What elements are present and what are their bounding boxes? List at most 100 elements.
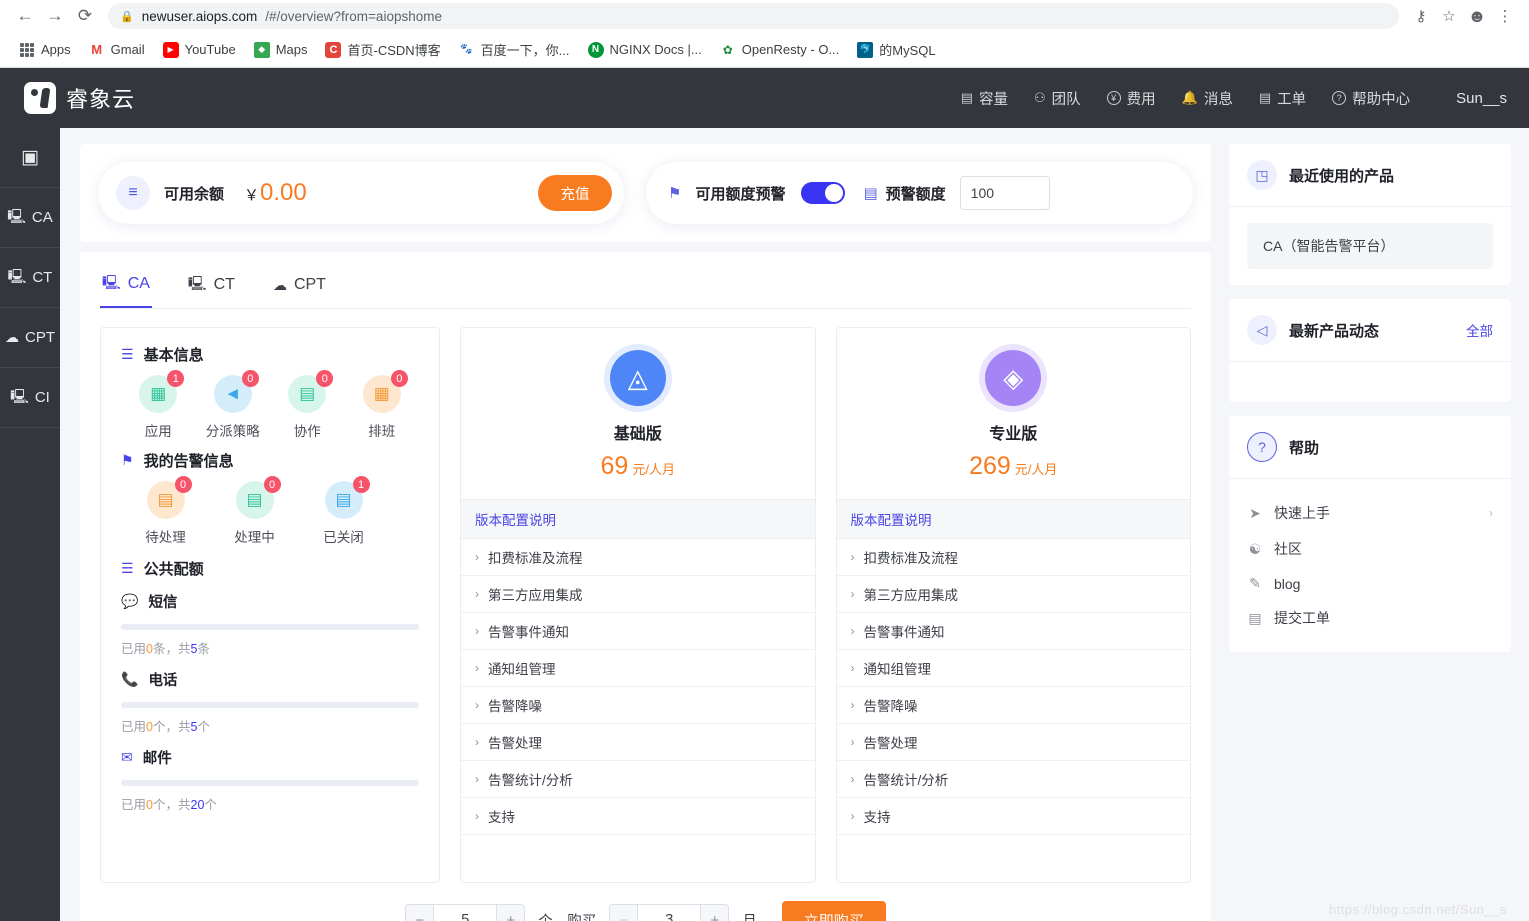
brand[interactable]: 睿象云 <box>24 82 135 114</box>
bookmark-apps[interactable]: Apps <box>10 38 80 62</box>
star-icon[interactable]: ☆ <box>1435 2 1463 30</box>
help-item-quickstart[interactable]: ➤ 快速上手 › <box>1247 495 1493 531</box>
stat-processing[interactable]: ▤ 0 处理中 <box>210 476 299 546</box>
nav-label: 容量 <box>978 91 1008 108</box>
plan-feature-row[interactable]: › 告警降噪 <box>836 687 1190 724</box>
stat-dispatch-policy[interactable]: ◄ 0 分派策略 <box>196 370 271 440</box>
chevron-right-icon: › <box>1489 506 1493 520</box>
stat-label: 处理中 <box>234 530 275 545</box>
bookmark-csdn[interactable]: C 首页-CSDN博客 <box>316 36 449 63</box>
quantity-stepper[interactable]: − 5 + <box>405 904 526 921</box>
plan-feature-row[interactable]: › 告警事件通知 <box>461 613 815 650</box>
help-item-submit-ticket[interactable]: ▤ 提交工单 <box>1247 600 1493 636</box>
address-bar[interactable]: 🔒 newuser.aiops.com /#/overview?from=aiop… <box>108 3 1399 29</box>
bookmark-openresty[interactable]: ✿ OpenResty - O... <box>711 38 849 62</box>
forward-icon[interactable]: → <box>40 1 70 31</box>
quota-name: 电话 <box>148 673 178 689</box>
nav-item-help-center[interactable]: ? 帮助中心 <box>1332 88 1410 109</box>
chevron-right-icon: › <box>850 661 855 675</box>
plan-feature-row[interactable]: › 告警处理 <box>461 724 815 761</box>
help-item-community[interactable]: ☯ 社区 <box>1247 531 1493 567</box>
key-icon[interactable]: ⚷ <box>1407 2 1435 30</box>
tab-ct[interactable]: 🖳 CT <box>186 266 237 308</box>
sidebar-item-cpt[interactable]: ☁ CPT <box>0 308 60 368</box>
sidebar-item-dashboard[interactable]: ▣ <box>0 128 60 188</box>
quota-sms: 💬 短信 已用0条，共5条 <box>121 591 419 657</box>
plan-feature-row[interactable]: › 通知组管理 <box>836 650 1190 687</box>
plan-feature-row[interactable]: › 扣费标准及流程 <box>836 539 1190 576</box>
nav-item-team[interactable]: ⚇ 团队 <box>1034 88 1081 109</box>
body-wrap: ▣ 🖳 CA 🖳 CT ☁ CPT 🖳 CI ≡ 可用余额 ￥ 0.00 充值 … <box>0 128 1529 921</box>
bookmark-youtube[interactable]: ▶ YouTube <box>154 38 245 62</box>
quota-usage-text: 已用0个，共5个 <box>121 716 419 735</box>
sidebar-item-ct[interactable]: 🖳 CT <box>0 248 60 308</box>
nav-item-capacity[interactable]: ▤ 容量 <box>961 88 1008 109</box>
stat-pending[interactable]: ▤ 0 待处理 <box>121 476 210 546</box>
browser-menu-icon[interactable]: ⋮ <box>1491 2 1519 30</box>
stat-collaboration[interactable]: ▤ 0 协作 <box>270 370 345 440</box>
reload-icon[interactable]: ⟳ <box>70 1 100 31</box>
user-menu[interactable]: Sun__s <box>1456 90 1507 107</box>
plan-feature-row[interactable]: › 告警统计/分析 <box>461 761 815 798</box>
product-news-panel: ◁ 最新产品动态 全部 <box>1229 299 1511 402</box>
plan-feature-row[interactable]: › 第三方应用集成 <box>836 576 1190 613</box>
quota-name: 邮件 <box>142 751 172 767</box>
bookmark-gmail[interactable]: M Gmail <box>80 38 154 62</box>
usage-unit: 个 <box>152 798 166 812</box>
tab-cpt[interactable]: ☁ CPT <box>271 266 328 308</box>
balance-card: ≡ 可用余额 ￥ 0.00 充值 <box>98 162 624 224</box>
bookmark-nginx[interactable]: N NGINX Docs |... <box>579 38 711 62</box>
plan-feature-row[interactable]: › 支持 <box>461 798 815 835</box>
plan-name: 基础版 <box>613 426 662 443</box>
tab-ca[interactable]: 🖳 CA <box>100 266 152 308</box>
months-stepper[interactable]: − 3 + <box>609 904 730 921</box>
quantity-decrement-button[interactable]: − <box>406 905 435 921</box>
stat-closed[interactable]: ▤ 1 已关闭 <box>299 476 388 546</box>
panel-title: 最新产品动态 <box>1289 322 1380 340</box>
plan-header: ◬ 基础版 69 元/人月 <box>461 328 815 500</box>
help-item-blog[interactable]: ✎ blog <box>1247 567 1493 600</box>
warn-amount-input[interactable] <box>959 176 1050 210</box>
plan-feature-row[interactable]: › 告警降噪 <box>461 687 815 724</box>
feature-label: 告警处理 <box>488 736 542 751</box>
plan-feature-row[interactable]: › 告警处理 <box>836 724 1190 761</box>
plan-feature-row[interactable]: › 支持 <box>836 798 1190 835</box>
stat-schedule[interactable]: ▦ 0 排班 <box>345 370 420 440</box>
months-increment-button[interactable]: + <box>700 905 729 921</box>
quantity-increment-button[interactable]: + <box>496 905 525 921</box>
bookmark-label: 的MySQL <box>879 43 936 58</box>
bookmark-maps[interactable]: ◆ Maps <box>245 38 317 62</box>
usage-prefix: 已用 <box>121 642 147 656</box>
nav-item-tickets[interactable]: ▤ 工单 <box>1259 88 1306 109</box>
bookmark-mysql[interactable]: 🐬 的MySQL <box>848 36 944 63</box>
recent-product-item[interactable]: CA（智能告警平台） <box>1247 223 1493 269</box>
plan-config-title[interactable]: 版本配置说明 <box>836 500 1190 539</box>
stat-applications[interactable]: ▦ 1 应用 <box>121 370 196 440</box>
alert-quota-toggle[interactable] <box>801 182 846 204</box>
stat-label: 待处理 <box>145 530 186 545</box>
recharge-button[interactable]: 充值 <box>538 175 612 211</box>
sidebar-item-ci[interactable]: 🖳 CI <box>0 368 60 428</box>
months-value[interactable]: 3 <box>638 905 701 921</box>
plan-feature-row[interactable]: › 通知组管理 <box>461 650 815 687</box>
plan-config-title[interactable]: 版本配置说明 <box>461 500 815 539</box>
quantity-value[interactable]: 5 <box>434 905 497 921</box>
months-decrement-button[interactable]: − <box>610 905 639 921</box>
view-all-link[interactable]: 全部 <box>1466 320 1493 340</box>
plan-feature-row[interactable]: › 告警事件通知 <box>836 613 1190 650</box>
plan-feature-row[interactable]: › 扣费标准及流程 <box>461 539 815 576</box>
stat-badge: 1 <box>352 476 370 493</box>
question-icon: ? <box>1247 432 1277 462</box>
nav-item-cost[interactable]: ¥ 费用 <box>1106 88 1156 109</box>
sidebar-item-ca[interactable]: 🖳 CA <box>0 188 60 248</box>
feature-label: 告警处理 <box>863 736 918 751</box>
feature-label: 第三方应用集成 <box>488 588 583 603</box>
back-icon[interactable]: ← <box>10 1 40 31</box>
plan-feature-row[interactable]: › 告警统计/分析 <box>836 761 1190 798</box>
plan-feature-row[interactable]: › 第三方应用集成 <box>461 576 815 613</box>
feature-label: 告警事件通知 <box>863 625 945 640</box>
buy-now-button[interactable]: 立即购买 <box>781 901 886 921</box>
profile-icon[interactable]: ☻ <box>1463 2 1491 30</box>
nav-item-messages[interactable]: 🔔 消息 <box>1182 88 1233 109</box>
bookmark-baidu[interactable]: 🐾 百度一下，你... <box>450 36 579 63</box>
